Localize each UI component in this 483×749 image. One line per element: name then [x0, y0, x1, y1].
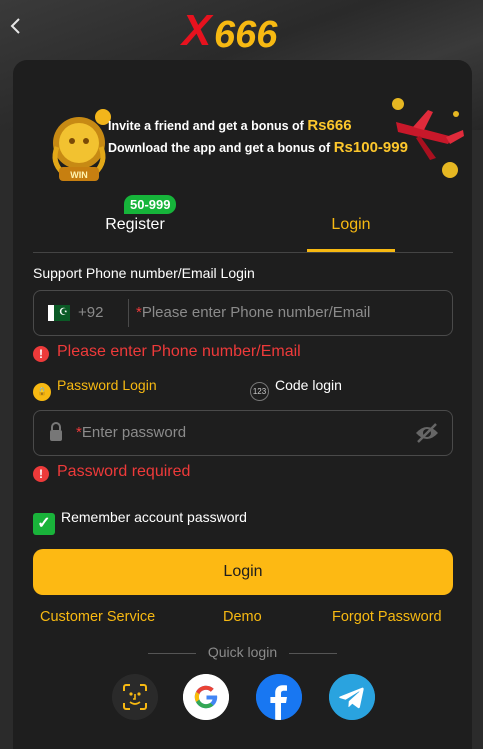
eye-off-icon[interactable]: [414, 421, 440, 445]
password-error-message: ! Password required: [33, 463, 190, 482]
facebook-icon[interactable]: [256, 674, 302, 720]
demo-link[interactable]: Demo: [223, 609, 262, 625]
login-button[interactable]: Login: [33, 549, 453, 595]
tab-login[interactable]: Login: [291, 216, 411, 234]
register-bonus-badge: 50-999: [124, 195, 177, 214]
error-icon: !: [33, 346, 49, 362]
phone-error-message: ! Please enter Phone number/Email: [33, 343, 301, 362]
forgot-password-link[interactable]: Forgot Password: [332, 609, 442, 625]
lock-icon: 🔒: [33, 383, 51, 401]
code-login-option[interactable]: 123 Code login: [250, 377, 342, 401]
phone-email-field[interactable]: ☪ +92 *Please enter Phone number/Email: [33, 290, 453, 336]
app-logo: X 666: [182, 6, 278, 56]
promo-banner[interactable]: WIN Invite a friend and get a bonus of R…: [33, 82, 464, 194]
remember-checkbox[interactable]: ✓: [33, 513, 55, 535]
password-input[interactable]: *Enter password: [76, 424, 186, 441]
quick-login-divider: Quick login: [13, 644, 472, 660]
plane-icon: [392, 98, 464, 178]
password-login-option[interactable]: 🔒 Password Login: [33, 377, 157, 401]
field-divider: [128, 299, 129, 327]
back-arrow-icon[interactable]: [6, 14, 26, 38]
svg-text:WIN: WIN: [70, 170, 88, 180]
customer-service-link[interactable]: Customer Service: [40, 609, 155, 625]
google-icon[interactable]: [183, 674, 229, 720]
remember-password-option[interactable]: ✓ Remember account password: [33, 509, 247, 535]
lock-icon: [50, 422, 62, 441]
win-badge-icon: WIN: [52, 109, 111, 181]
code-icon: 123: [250, 382, 269, 401]
telegram-icon[interactable]: [329, 674, 375, 720]
auth-tabs: Register 50-999 Login: [33, 195, 453, 253]
face-id-icon[interactable]: [112, 674, 158, 720]
login-card: WIN Invite a friend and get a bonus of R…: [13, 60, 472, 749]
error-icon: !: [33, 466, 49, 482]
country-code[interactable]: +92: [78, 304, 103, 321]
active-tab-indicator: [307, 249, 395, 252]
login-method-title: Support Phone number/Email Login: [33, 265, 255, 281]
phone-email-input[interactable]: *Please enter Phone number/Email: [136, 304, 370, 321]
pakistan-flag-icon[interactable]: ☪: [48, 305, 70, 321]
password-field[interactable]: *Enter password: [33, 410, 453, 456]
tab-register[interactable]: Register: [75, 216, 195, 234]
